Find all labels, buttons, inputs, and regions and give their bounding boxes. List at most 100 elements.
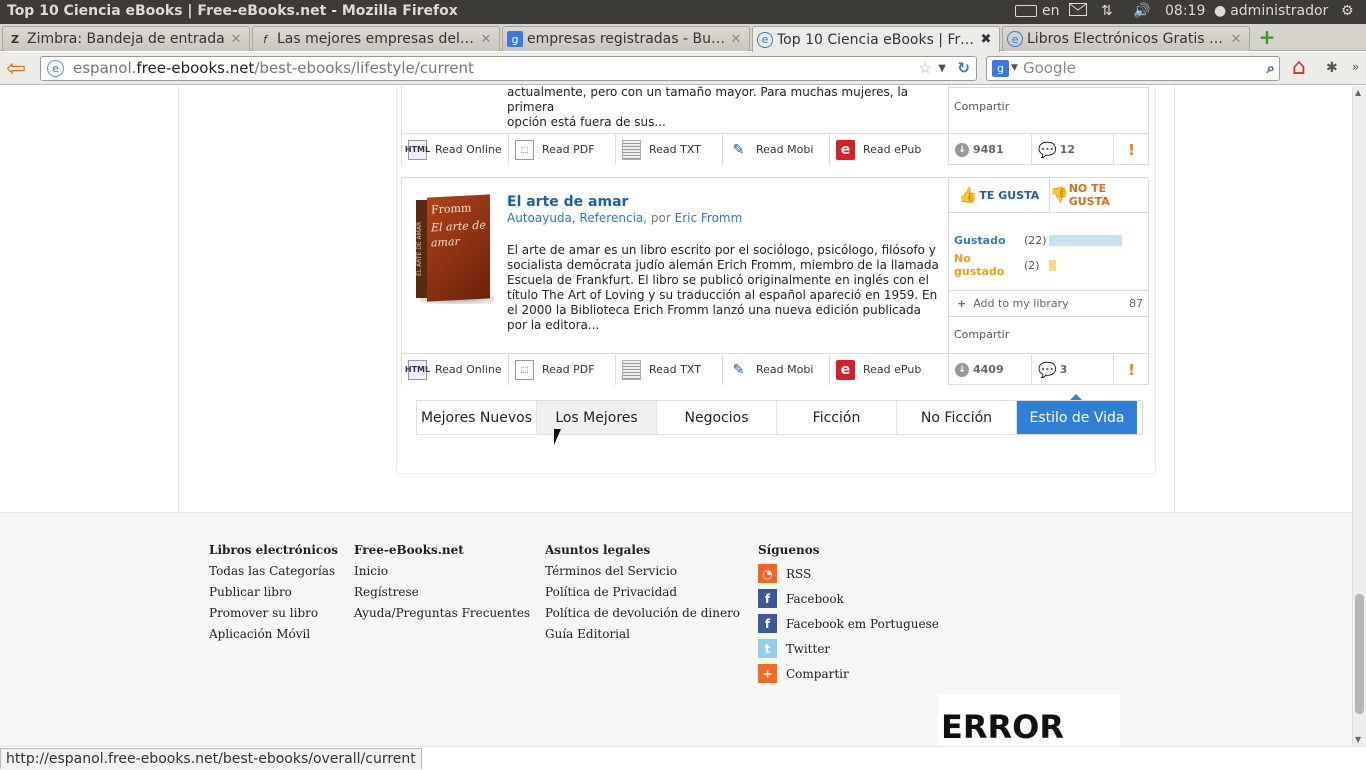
book-categories[interactable]: Autoayuda, Referencia: [507, 211, 643, 225]
search-box[interactable]: g ▼ Google ⌕: [986, 56, 1280, 81]
vertical-scrollbar[interactable]: ▲ ▼: [1352, 86, 1366, 746]
social-facebook-pt[interactable]: f Facebook em Portuguese: [758, 614, 939, 633]
scroll-up-arrow-icon[interactable]: ▲: [1355, 88, 1361, 97]
content-column-border-right: [1174, 86, 1175, 512]
dislike-button[interactable]: 👎 NO TE GUSTA: [1049, 178, 1149, 212]
read-pdf-button[interactable]: ⬚ Read PDF: [509, 354, 616, 385]
library-count: 87: [1129, 297, 1143, 310]
add-library-row[interactable]: + Add to my library 87: [949, 290, 1149, 317]
bookmark-star-icon[interactable]: ☆: [919, 57, 932, 80]
like-button[interactable]: 👍 TE GUSTA: [949, 178, 1049, 212]
footer-link[interactable]: Todas las Categorías: [209, 564, 338, 578]
site-identity-icon[interactable]: e: [47, 60, 64, 77]
book-item-previous: actualmente, pero con un tamaño mayor. P…: [401, 86, 1149, 165]
footer-link[interactable]: Publicar libro: [209, 585, 338, 599]
book-title[interactable]: El arte de amar: [507, 194, 628, 210]
tab-mejores-nuevos[interactable]: Mejores Nuevos: [417, 401, 537, 434]
read-mobi-button[interactable]: ✎ Read Mobi: [723, 134, 830, 165]
zimbra-icon: Z: [11, 32, 19, 46]
read-pdf-button[interactable]: ⬚ Read PDF: [509, 134, 616, 165]
footer-heading: Free-eBooks.net: [354, 543, 464, 557]
tab-label: Libros Electrónicos Gratis p...: [1027, 31, 1227, 47]
dropdown-arrow-icon[interactable]: ▼: [938, 57, 946, 80]
read-buttons-bar: HTML Read Online ⬚ Read PDF Read TXT ✎ Read…: [402, 353, 948, 385]
footer-link[interactable]: Ayuda/Preguntas Frecuentes: [354, 606, 530, 620]
home-icon[interactable]: ⌂: [1292, 57, 1306, 79]
txt-file-icon: [622, 139, 641, 160]
back-arrow-icon[interactable]: ⇦: [6, 56, 30, 81]
read-epub-button[interactable]: e Read ePub: [830, 134, 948, 165]
tab-strip: Z Zimbra: Bandeja de entrada ✕ f Las mej…: [0, 24, 1366, 52]
read-online-button[interactable]: HTML Read Online: [402, 134, 509, 165]
google-engine-icon[interactable]: g: [992, 60, 1009, 77]
close-icon[interactable]: ✕: [227, 32, 245, 47]
kindle-icon: ✎: [732, 141, 745, 158]
footer-link[interactable]: Regístrese: [354, 585, 530, 599]
tab-top10-ciencia[interactable]: e Top 10 Ciencia eBooks | Fre... ✖: [752, 26, 1000, 52]
user-menu[interactable]: ● administrador: [1214, 3, 1328, 19]
download-count[interactable]: ↓ 9481: [949, 134, 1031, 165]
volume-icon[interactable]: 🔊: [1133, 3, 1150, 19]
url-path: /best-ebooks/lifestyle/current: [254, 59, 474, 77]
social-facebook[interactable]: f Facebook: [758, 589, 939, 608]
comment-count[interactable]: 💬 3: [1031, 354, 1113, 385]
footer-link[interactable]: Guía Editorial: [545, 627, 740, 641]
report-icon[interactable]: !: [1113, 134, 1149, 165]
network-icon[interactable]: ⇅: [1101, 3, 1113, 19]
mail-icon[interactable]: [1069, 3, 1087, 16]
disliked-bar: [1049, 259, 1056, 271]
close-icon[interactable]: ✕: [477, 32, 495, 47]
close-icon[interactable]: ✖: [977, 32, 995, 47]
comment-count[interactable]: 💬 12: [1031, 134, 1113, 165]
read-online-button[interactable]: HTML Read Online: [402, 354, 509, 385]
book-side-panel: Compartir: [948, 86, 1149, 134]
search-icon[interactable]: ⌕: [1267, 57, 1275, 80]
read-mobi-button[interactable]: ✎ Read Mobi: [723, 354, 830, 385]
tab-negocios[interactable]: Negocios: [657, 401, 777, 434]
close-icon[interactable]: ✕: [1227, 32, 1245, 47]
share-link[interactable]: Compartir: [954, 100, 1009, 113]
footer-link[interactable]: Política de Privacidad: [545, 585, 740, 599]
mouse-cursor-icon: [554, 429, 561, 445]
social-share[interactable]: + Compartir: [758, 664, 939, 683]
keyboard-indicator[interactable]: en: [1015, 3, 1060, 19]
new-tab-button[interactable]: +: [1254, 25, 1280, 49]
settings-gear-icon[interactable]: ⚙: [1341, 3, 1354, 19]
rss-icon: ◔: [758, 564, 777, 583]
download-count[interactable]: ↓ 4409: [949, 354, 1031, 385]
tab-no-ficcion[interactable]: No Ficción: [897, 401, 1017, 434]
reload-icon[interactable]: ↻: [957, 57, 970, 80]
site-icon: f: [263, 32, 267, 46]
clock[interactable]: 08:19: [1165, 3, 1205, 19]
social-twitter[interactable]: t Twitter: [758, 639, 939, 658]
scroll-down-arrow-icon[interactable]: ▼: [1355, 735, 1361, 744]
tab-empresas[interactable]: f Las mejores empresas del ... ✕: [252, 26, 500, 51]
footer-link[interactable]: Política de devolución de dinero: [545, 606, 740, 620]
epub-icon: e: [836, 359, 855, 380]
report-icon[interactable]: !: [1113, 354, 1149, 385]
footer-link[interactable]: Términos del Servicio: [545, 564, 740, 578]
extension-icon[interactable]: ✱: [1326, 60, 1338, 76]
tab-ficcion[interactable]: Ficción: [777, 401, 897, 434]
scrollbar-thumb[interactable]: [1355, 594, 1364, 714]
tab-libros-electronicos[interactable]: e Libros Electrónicos Gratis p... ✕: [1002, 26, 1250, 51]
tab-estilo-de-vida[interactable]: Estilo de Vida: [1017, 401, 1137, 434]
footer-link[interactable]: Inicio: [354, 564, 530, 578]
book-cover[interactable]: EL ARTE DE AMAR Fromm El arte de amar: [416, 194, 494, 306]
social-rss[interactable]: ◔ RSS: [758, 564, 939, 583]
footer-link[interactable]: Promover su libro: [209, 606, 338, 620]
engine-dropdown-icon[interactable]: ▼: [1011, 57, 1018, 80]
content-column-border-left: [178, 86, 179, 512]
tab-google-search[interactable]: g empresas registradas - Bus... ✕: [502, 26, 750, 51]
read-txt-button[interactable]: Read TXT: [616, 354, 723, 385]
footer-link[interactable]: Aplicación Móvil: [209, 627, 338, 641]
tab-zimbra[interactable]: Z Zimbra: Bandeja de entrada ✕: [2, 26, 250, 51]
book-meta: Autoayuda, Referencia, por Eric Fromm: [507, 211, 743, 225]
read-epub-button[interactable]: e Read ePub: [830, 354, 948, 385]
menu-chevron-icon[interactable]: »: [1352, 60, 1359, 74]
share-link[interactable]: Compartir: [954, 328, 1009, 341]
url-bar[interactable]: e espanol.free-ebooks.net/best-ebooks/li…: [40, 56, 977, 81]
read-txt-button[interactable]: Read TXT: [616, 134, 723, 165]
close-icon[interactable]: ✕: [727, 32, 745, 47]
book-author[interactable]: Eric Fromm: [675, 211, 743, 225]
